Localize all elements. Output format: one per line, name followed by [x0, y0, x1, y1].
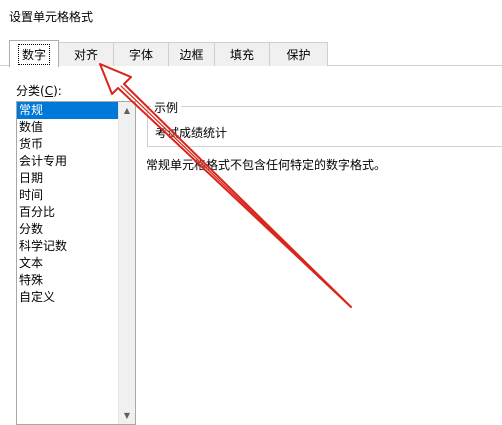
scroll-down-icon[interactable]: ▼	[119, 407, 135, 424]
category-item-percentage[interactable]: 百分比	[17, 204, 119, 221]
category-label-suffix: ):	[53, 84, 62, 98]
category-list-items: 常规 数值 货币 会计专用 日期 时间 百分比 分数 科学记数 文本 特殊 自定…	[17, 102, 119, 306]
tab-protection-label: 保护	[286, 48, 311, 62]
tab-fill-label: 填充	[229, 48, 254, 62]
category-item-text[interactable]: 文本	[17, 255, 119, 272]
sample-group-bottom-border	[147, 146, 502, 147]
category-item-fraction[interactable]: 分数	[17, 221, 119, 238]
dialog-title: 设置单元格格式	[9, 10, 94, 24]
category-listbox[interactable]: 常规 数值 货币 会计专用 日期 时间 百分比 分数 科学记数 文本 特殊 自定…	[16, 101, 136, 425]
tab-alignment[interactable]: 对齐	[58, 42, 114, 66]
tab-font[interactable]: 字体	[113, 42, 169, 66]
tab-number-label: 数字	[17, 43, 50, 65]
category-item-scientific[interactable]: 科学记数	[17, 238, 119, 255]
category-item-accounting[interactable]: 会计专用	[17, 153, 119, 170]
category-item-number[interactable]: 数值	[17, 119, 119, 136]
tab-alignment-label: 对齐	[73, 48, 98, 62]
category-item-currency[interactable]: 货币	[17, 136, 119, 153]
category-label: 分类(C):	[16, 82, 62, 99]
category-item-time[interactable]: 时间	[17, 187, 119, 204]
tab-font-label: 字体	[128, 48, 153, 62]
sample-group-top-border	[147, 106, 502, 107]
category-label-hotkey: C	[44, 84, 54, 98]
category-item-general[interactable]: 常规	[17, 102, 119, 119]
category-label-prefix: 分类(	[16, 84, 45, 98]
sample-group-left-border	[147, 106, 148, 146]
category-item-custom[interactable]: 自定义	[17, 289, 119, 306]
sample-value: 考试成绩统计	[155, 126, 228, 140]
format-description: 常规单元格格式不包含任何特定的数字格式。	[146, 158, 387, 172]
tab-protection[interactable]: 保护	[269, 42, 328, 66]
tab-number[interactable]: 数字	[9, 40, 59, 67]
scroll-up-icon[interactable]: ▲	[119, 102, 135, 119]
tab-fill[interactable]: 填充	[214, 42, 270, 66]
sample-legend: 示例	[151, 99, 182, 116]
tab-border-label: 边框	[179, 48, 204, 62]
category-scrollbar[interactable]: ▲ ▼	[118, 102, 135, 424]
category-item-date[interactable]: 日期	[17, 170, 119, 187]
tab-border[interactable]: 边框	[168, 42, 215, 66]
category-item-special[interactable]: 特殊	[17, 272, 119, 289]
